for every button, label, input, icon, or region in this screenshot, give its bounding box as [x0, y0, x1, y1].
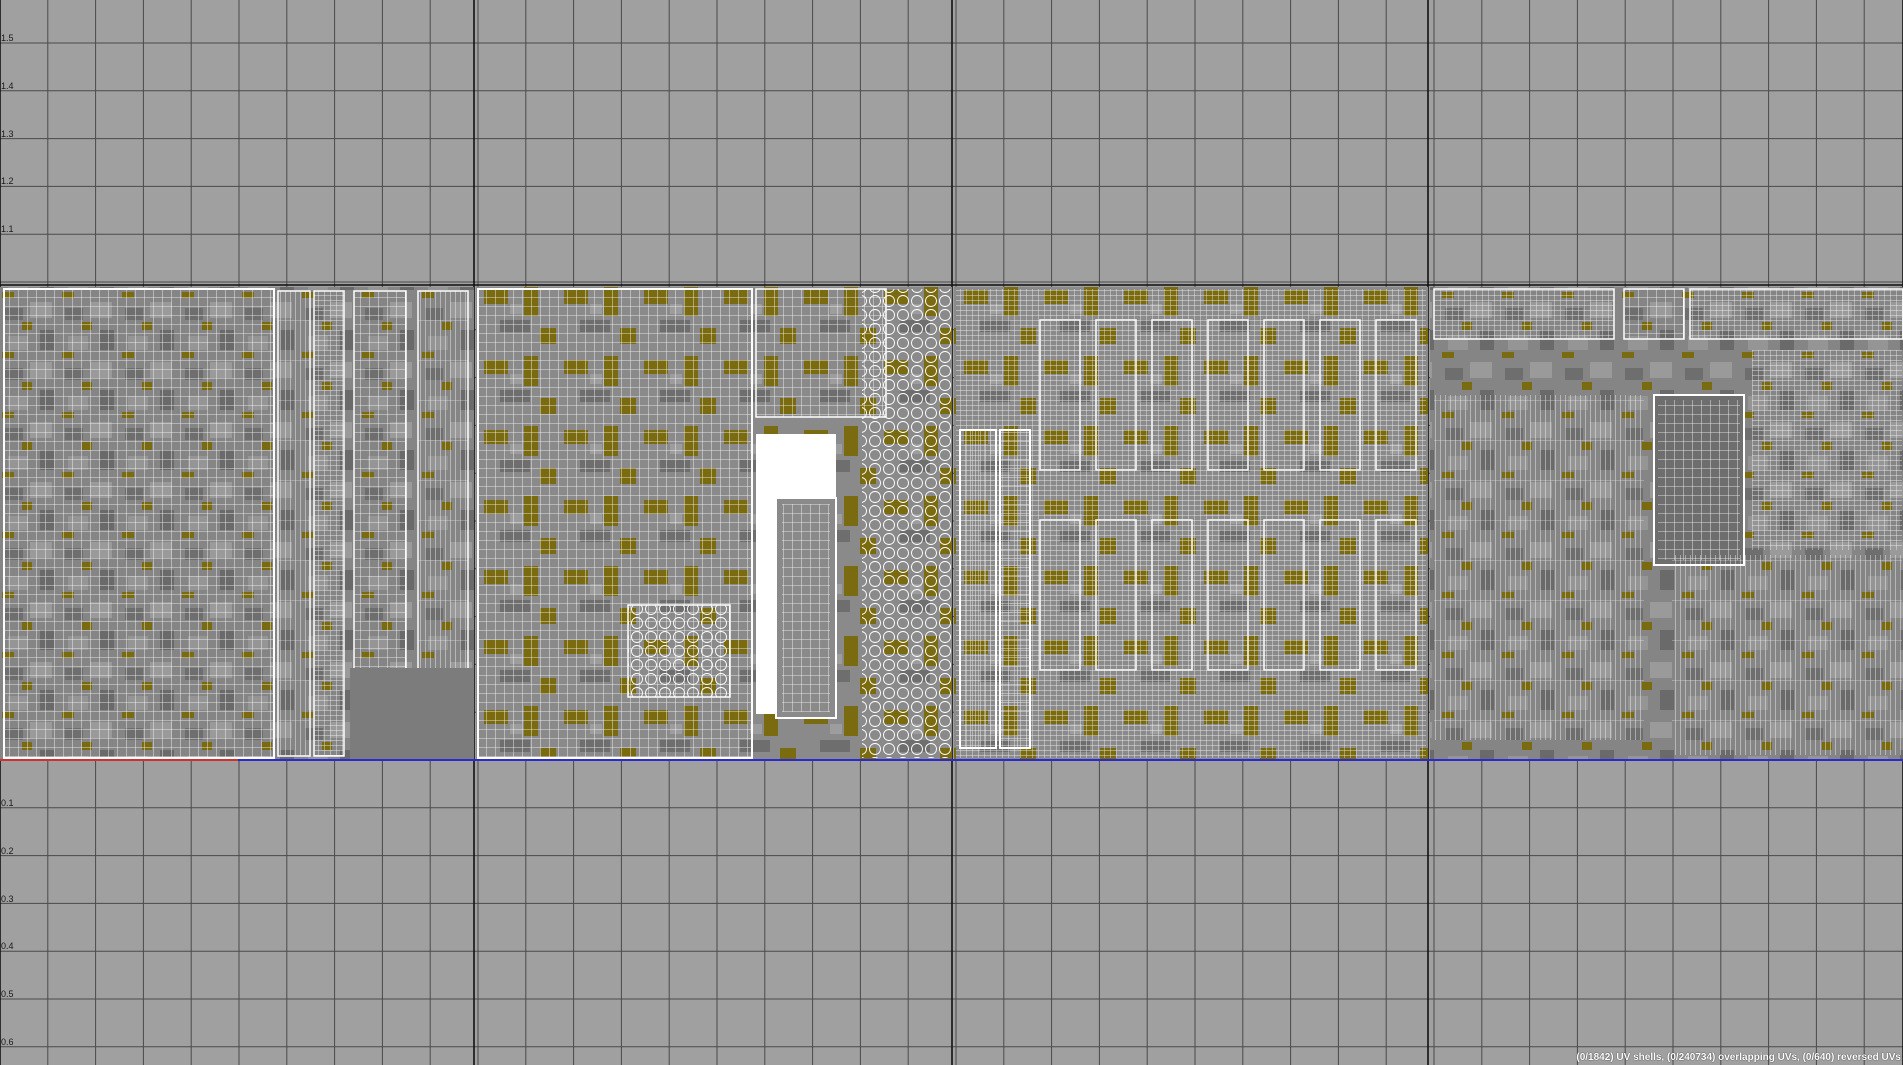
v-axis-tick-label: 0.4 [1, 941, 14, 952]
uv-shell-strip [999, 429, 1031, 749]
uv-shells-columns [1672, 555, 1902, 755]
uv-shell-strip [959, 429, 997, 749]
uv-shell-large-panel [3, 288, 275, 759]
uv-shell-strip [353, 290, 407, 670]
uv-shell-strip [313, 290, 345, 757]
uv-shell-panel-mesh [1658, 400, 1740, 560]
uv-shells-dense-pack [1752, 350, 1902, 550]
v-axis-tick-label: 0.3 [1, 893, 14, 904]
uv-shell-bar [1689, 288, 1903, 340]
v-axis-tick-label: 1.1 [1, 224, 14, 235]
v-axis-tick-label: 1.4 [1, 80, 14, 91]
uv-layout [0, 287, 1903, 760]
v-axis-tick-label: 1.3 [1, 128, 14, 139]
uv-shell-strip [417, 290, 469, 670]
v-axis-tick-label: 1.5 [1, 33, 14, 43]
uv-shells-columns [1434, 395, 1644, 740]
uv-shell-bar [1433, 288, 1615, 340]
v-axis-tick-label: 0.5 [1, 989, 14, 1000]
uv-stretch-area [350, 668, 474, 760]
uv-statistics-readout: (0/1842) UV shells, (0/240734) overlappi… [1576, 1052, 1901, 1063]
uv-shell-circles [627, 604, 731, 698]
uv-shell-panel [1623, 288, 1685, 340]
uv-shell-circles [862, 289, 952, 758]
v-axis-tick-label: 1.2 [1, 176, 14, 187]
uv-grid-canvas[interactable] [0, 0, 1903, 1065]
uv-editor-viewport[interactable]: 1.5 1.4 1.3 1.2 1.1 0.1 0.2 0.3 0.4 0.5 0.6 (0/184… [0, 0, 1903, 1065]
uv-shell-rect-mesh [782, 504, 830, 712]
uv-shell-strip [277, 290, 311, 757]
v-axis-tick-label: 0.1 [1, 798, 14, 808]
v-axis-tick-label: 0.2 [1, 845, 14, 856]
v-axis-tick-label: 0.6 [1, 1037, 14, 1047]
